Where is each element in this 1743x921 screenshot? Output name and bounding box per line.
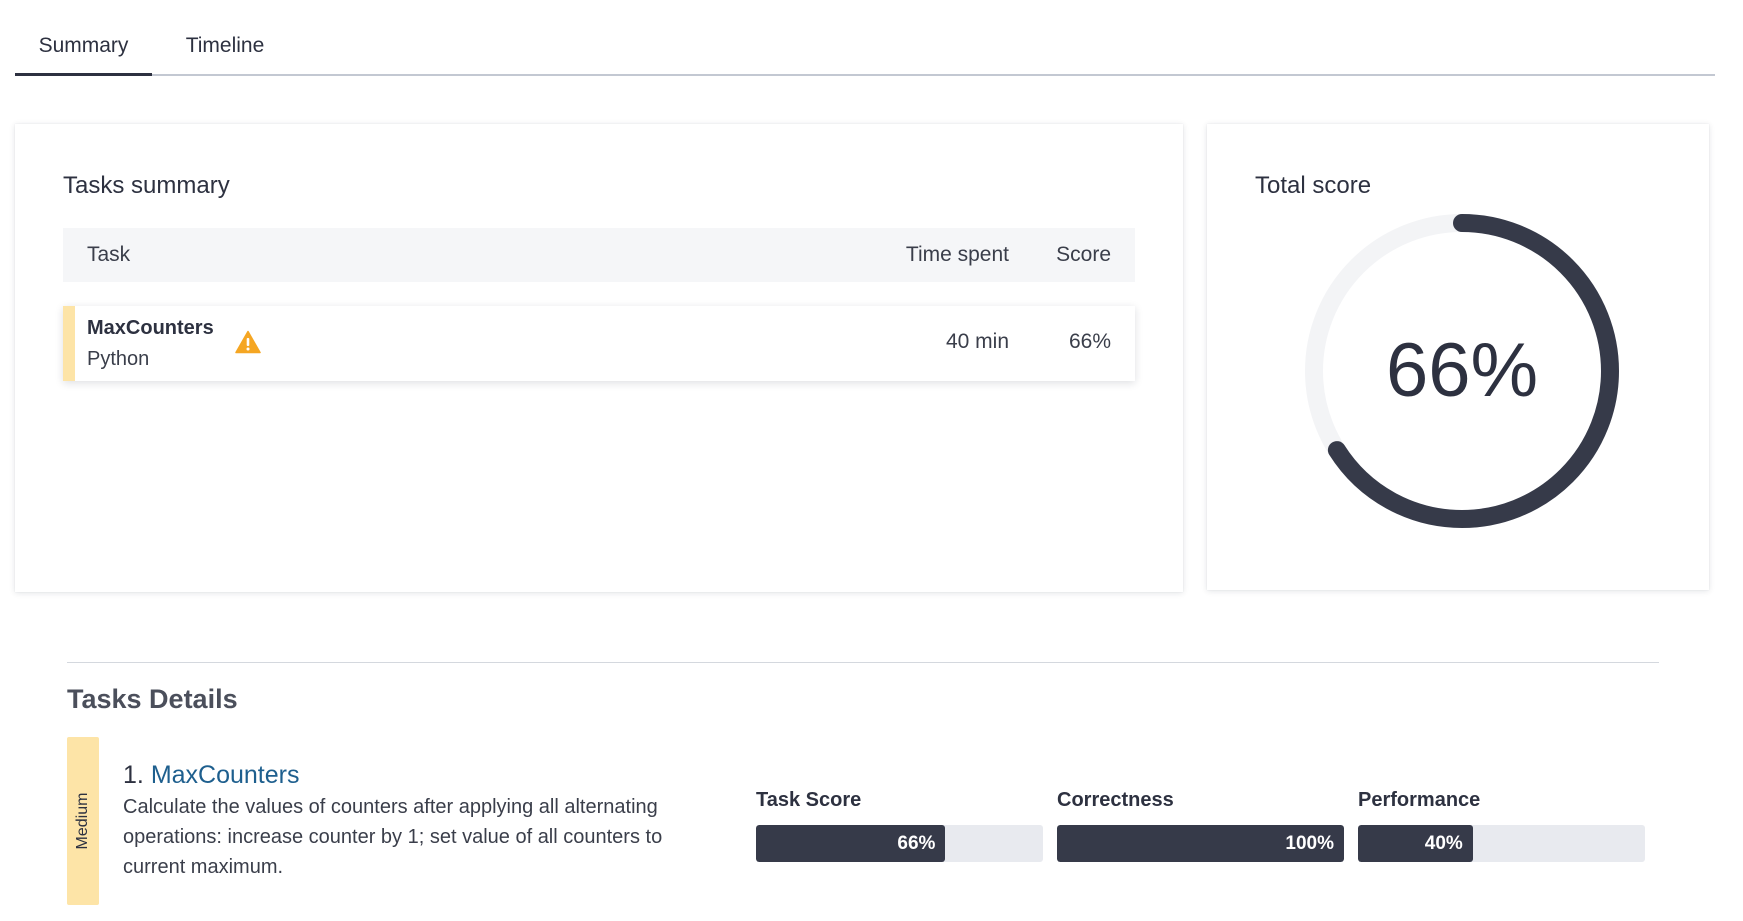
- progress-bar-value: 40%: [1424, 833, 1463, 854]
- progress-bar-value: 66%: [897, 833, 936, 854]
- task-number: 1.: [123, 761, 144, 789]
- difficulty-badge: Medium: [67, 737, 99, 905]
- table-header: Task Time spent Score: [63, 228, 1135, 282]
- metric-label: Task Score: [756, 789, 862, 811]
- difficulty-accent: [63, 306, 75, 381]
- progress-bar-fill: 66%: [756, 825, 946, 862]
- warning-triangle-icon: [235, 330, 261, 354]
- page: Summary Timeline Tasks summary Task Time…: [0, 0, 1743, 921]
- progress-bar-fill: 40%: [1358, 825, 1473, 862]
- tasks-details-title: Tasks Details: [67, 684, 238, 714]
- column-header-task: Task: [87, 243, 131, 266]
- total-score-title: Total score: [1255, 172, 1372, 199]
- tab-summary[interactable]: Summary: [15, 18, 152, 76]
- progress-bar: 40%: [1358, 825, 1645, 862]
- task-detail-title: 1. MaxCounters: [123, 761, 299, 790]
- task-description: Calculate the values of counters after a…: [123, 796, 663, 878]
- task-time-spent: 40 min: [945, 330, 1009, 353]
- tasks-summary-card: Tasks summary Task Time spent Score MaxC…: [15, 124, 1183, 592]
- progress-bar-fill: 100%: [1057, 825, 1344, 862]
- column-header-time: Time spent: [905, 243, 1009, 266]
- task-name: MaxCounters: [87, 317, 214, 339]
- metric-correctness: Correctness 100%: [1057, 789, 1344, 862]
- section-divider: [67, 662, 1659, 663]
- metric-performance: Performance 40%: [1358, 789, 1645, 862]
- tab-timeline[interactable]: Timeline: [165, 18, 285, 76]
- task-language: Python: [87, 348, 150, 370]
- task-name-link[interactable]: MaxCounters: [151, 761, 300, 789]
- column-header-score: Score: [1056, 243, 1111, 266]
- progress-bar-value: 100%: [1285, 833, 1334, 854]
- tab-bar: Summary Timeline: [15, 18, 1715, 76]
- metric-label: Correctness: [1057, 789, 1174, 811]
- table-row[interactable]: MaxCounters Python 40 min 66%: [63, 306, 1135, 381]
- tasks-summary-title: Tasks summary: [63, 172, 230, 199]
- progress-bar: 100%: [1057, 825, 1344, 862]
- task-score: 66%: [1068, 330, 1111, 353]
- metric-label: Performance: [1358, 789, 1481, 811]
- metric-task-score: Task Score 66%: [756, 789, 1043, 862]
- progress-bar: 66%: [756, 825, 1043, 862]
- total-score-value: 66%: [1385, 328, 1539, 413]
- total-score-card: Total score 66%: [1207, 124, 1709, 590]
- difficulty-label: Medium: [74, 792, 91, 850]
